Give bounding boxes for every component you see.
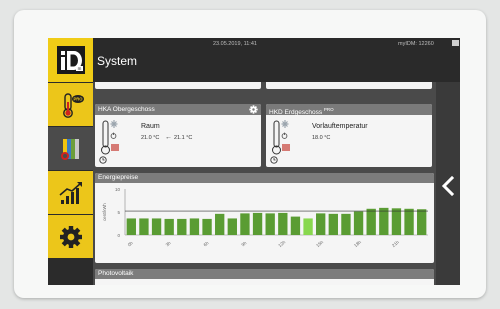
price-bar [202, 218, 212, 235]
price-bar [215, 213, 225, 235]
price-bar [126, 218, 136, 235]
photovoltaik-panel[interactable]: Photovoltaik [95, 269, 434, 285]
price-bar [404, 208, 414, 235]
card-above-right[interactable] [266, 82, 432, 89]
sidebar-item-heating-pro[interactable]: PRO [48, 82, 93, 126]
device-screen-icon[interactable] [452, 40, 459, 46]
x-tick-label: 0h [127, 240, 134, 247]
top-bar: 23.05.2019, 11:41 myIDM: 12260 System [93, 38, 460, 82]
x-tick-label: 3h [165, 240, 172, 247]
page-title: System [97, 54, 138, 68]
x-tick-label: 21h [391, 239, 400, 248]
price-bar [290, 216, 301, 235]
idm-logo-icon: m [56, 46, 85, 74]
gear-icon [59, 225, 82, 248]
flow-temp-value: 18.0 °C [312, 135, 331, 141]
card-above-left[interactable] [95, 82, 261, 89]
x-tick-label: 9h [240, 240, 247, 247]
sidebar-item-system[interactable] [48, 126, 93, 170]
x-tick-label: 6h [203, 240, 210, 247]
room-temp-value: 21.0 °C [141, 135, 160, 141]
device-id: myIDM: 12260 [398, 41, 434, 47]
pro-badge: PRO [323, 107, 334, 112]
y-axis-label: cent/kWh [102, 203, 107, 221]
datetime: 23.05.2019, 11:41 [213, 41, 257, 47]
thermometer-mode-icon [99, 120, 119, 164]
idm-logo[interactable]: m [48, 38, 93, 82]
panel-title: Energiepreise [95, 173, 434, 183]
price-bar [278, 212, 288, 235]
energy-price-chart: 0 5 10 cent/kWh 0h 3h 6h 9h 12h 15h 18h 21h [102, 187, 428, 248]
price-bar [252, 212, 263, 235]
price-bar [177, 218, 187, 235]
room-temp-label: Raum [141, 123, 160, 130]
touch-screen: 23.05.2019, 11:41 myIDM: 12260 System m [48, 38, 460, 285]
sidebar-item-statistics[interactable] [48, 170, 93, 214]
y-tick-label: 10 [115, 187, 121, 192]
price-bar [265, 213, 275, 235]
card-title: HKA Obergeschoss [98, 106, 155, 113]
right-strip [436, 82, 460, 285]
card-settings-gear-icon[interactable] [249, 105, 258, 114]
price-bar [303, 218, 313, 235]
content-area: HKA Obergeschoss Raum 21.0 °C ← 21.1 °C … [93, 82, 436, 285]
card-header: HKA Obergeschoss [95, 104, 261, 115]
energy-prices-panel[interactable]: Energiepreise 0 5 10 cent/kWh 0h 3h 6h 9h 12h 15h… [95, 173, 434, 263]
price-bar [189, 218, 200, 235]
y-tick-label: 0 [117, 233, 120, 238]
flow-temp-label: Vorlauftemperatur [312, 123, 368, 130]
card-title: HKD Erdgeschoss [269, 109, 323, 117]
price-bar [227, 218, 237, 235]
price-bar [240, 213, 250, 235]
svg-text:PRO: PRO [73, 96, 83, 101]
x-tick-label: 18h [353, 239, 362, 248]
sidebar-item-settings[interactable] [48, 214, 93, 258]
arrow-left-icon: ← [165, 134, 172, 141]
x-tick-label: 15h [315, 239, 324, 248]
thermometer-pro-icon: PRO [62, 92, 84, 118]
price-bar [366, 208, 376, 235]
sidebar: m PRO [48, 38, 93, 285]
price-bar [151, 218, 162, 235]
x-tick-label: 12h [277, 239, 286, 248]
card-header: HKD Erdgeschoss PRO [266, 104, 432, 117]
price-bar [341, 213, 351, 235]
price-bar [316, 213, 326, 235]
price-bar [328, 213, 338, 235]
previous-cards-strip [95, 82, 434, 90]
room-temp-target: 21.1 °C [174, 135, 193, 141]
chart-icon [58, 181, 82, 204]
heating-circuit-card-d[interactable]: HKD Erdgeschoss PRO Vorlauftemperatur 18… [266, 104, 432, 167]
price-bar [139, 218, 149, 235]
system-icon [60, 138, 79, 160]
price-bar [164, 218, 174, 235]
chevron-left-icon[interactable] [441, 176, 455, 196]
thermometer-mode-icon [270, 120, 290, 164]
y-tick-label: 5 [117, 210, 120, 215]
heating-circuit-card-a[interactable]: HKA Obergeschoss Raum 21.0 °C ← 21.1 °C [95, 104, 261, 167]
price-bar [391, 208, 402, 235]
price-bar [417, 209, 427, 235]
logo-sub-text: m [77, 66, 81, 71]
price-bar [379, 207, 389, 235]
price-bar [353, 211, 364, 235]
panel-title: Photovoltaik [95, 269, 434, 279]
